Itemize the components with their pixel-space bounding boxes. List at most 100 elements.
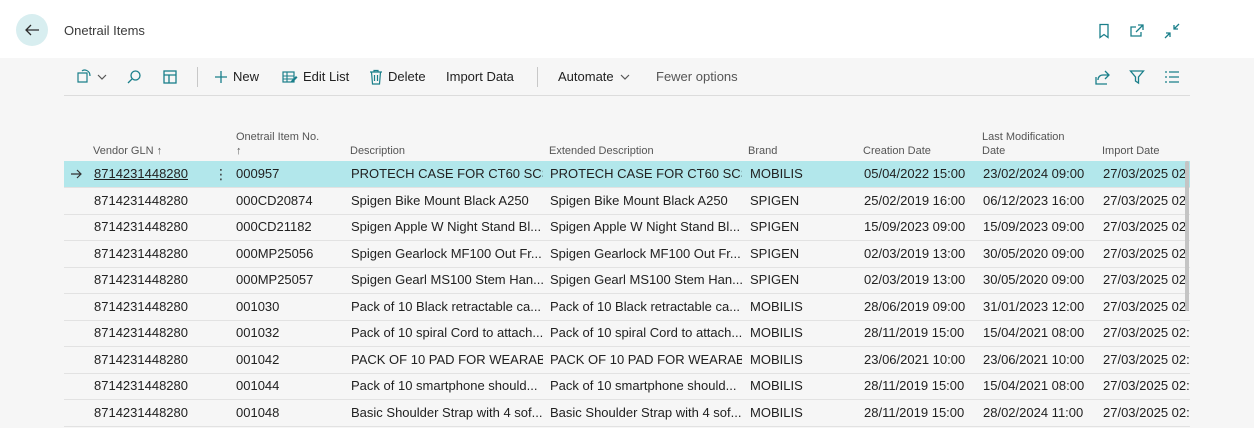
last-modification-date-cell: 31/01/2023 12:00 — [983, 299, 1085, 314]
last-modification-date-cell: 15/04/2021 08:00 — [983, 325, 1085, 340]
last-mod-header-label-line2: Date — [982, 145, 1006, 157]
delete-button-label: Delete — [388, 69, 426, 84]
last-modification-date-cell: 15/04/2021 08:00 — [983, 378, 1085, 393]
last-modification-date-cell: 30/05/2020 09:00 — [983, 272, 1085, 287]
item-no-cell: 001032 — [236, 325, 280, 340]
views-icon — [77, 68, 91, 83]
extended-description-cell: PROTECH CASE FOR CT60 SCS... — [550, 166, 742, 181]
last-mod-header-label-line1: Last Modification — [982, 131, 1065, 143]
description-cell: Spigen Gearl MS100 Stem Han... — [351, 272, 543, 287]
edit-list-icon — [282, 70, 298, 83]
views-menu-button[interactable] — [76, 58, 107, 95]
arrow-right-icon — [71, 169, 82, 179]
sort-ascending-icon: ↑ — [156, 145, 163, 157]
table-row[interactable]: 8714231448280 000CD20874 Spigen Bike Mou… — [64, 188, 1190, 215]
edit-list-button[interactable]: Edit List — [282, 58, 349, 95]
description-cell: Spigen Gearlock MF100 Out Fr... — [351, 246, 542, 261]
import-date-cell: 27/03/2025 02:00 — [1103, 219, 1190, 234]
table-row[interactable]: 8714231448280 000CD21182 Spigen Apple W … — [64, 214, 1190, 241]
import-date-cell: 27/03/2025 02:00 — [1103, 325, 1190, 340]
new-button[interactable]: New — [214, 58, 259, 95]
table-row[interactable]: 8714231448280 001048 Basic Shoulder Stra… — [64, 400, 1190, 427]
list-content: New Edit List Delete Import Data Automat… — [0, 58, 1254, 428]
table-row[interactable]: 8714231448280 001030 Pack of 10 Black re… — [64, 294, 1190, 321]
item-no-cell: 001030 — [236, 299, 280, 314]
filter-button[interactable] — [1129, 58, 1145, 95]
automate-label: Automate — [558, 69, 614, 84]
share-button[interactable] — [1095, 58, 1111, 95]
column-header-description[interactable]: Description — [350, 118, 540, 158]
creation-date-cell: 15/09/2023 09:00 — [864, 219, 966, 234]
item-no-header-label: Onetrail Item No. — [236, 131, 320, 143]
table-row[interactable]: 8714231448280 001032 Pack of 10 spiral C… — [64, 320, 1190, 347]
toolbar-separator — [197, 67, 198, 87]
table-row[interactable]: 8714231448280 000MP25057 Spigen Gearl MS… — [64, 267, 1190, 294]
column-header-brand[interactable]: Brand — [748, 118, 848, 158]
search-icon — [127, 69, 141, 83]
brand-cell: SPIGEN — [750, 193, 800, 208]
vertical-scrollbar[interactable] — [1185, 161, 1189, 311]
vendor-gln-cell[interactable]: 8714231448280 — [94, 294, 214, 320]
vendor-gln-cell[interactable]: 8714231448280 — [94, 161, 214, 187]
back-button[interactable] — [16, 14, 48, 46]
description-cell: Pack of 10 Black retractable ca... — [351, 299, 542, 314]
open-new-window-button[interactable] — [1128, 22, 1146, 40]
list-icon — [1165, 70, 1179, 83]
row-actions-button[interactable]: ⋮ — [214, 161, 228, 187]
import-date-cell: 27/03/2025 02:00 — [1103, 193, 1190, 208]
brand-cell: MOBILIS — [750, 325, 803, 340]
extended-description-header-label: Extended Description — [549, 145, 654, 157]
extended-description-cell: Spigen Apple W Night Stand Bl... — [550, 219, 741, 234]
column-header-item-no[interactable]: Onetrail Item No. ↑ — [236, 118, 346, 158]
vendor-gln-cell[interactable]: 8714231448280 — [94, 267, 214, 293]
table-row[interactable]: 8714231448280 ⋮ 000957 PROTECH CASE FOR … — [64, 161, 1190, 188]
item-no-cell: 000957 — [236, 166, 280, 181]
import-data-button[interactable]: Import Data — [446, 58, 514, 95]
last-modification-date-cell: 23/06/2021 10:00 — [983, 352, 1085, 367]
list-view-button[interactable] — [1164, 58, 1180, 95]
fewer-options-button[interactable]: Fewer options — [656, 58, 738, 95]
column-header-creation-date[interactable]: Creation Date — [863, 118, 973, 158]
table-row[interactable]: 8714231448280 000MP25056 Spigen Gearlock… — [64, 241, 1190, 268]
column-header-import-date[interactable]: Import Date — [1102, 118, 1182, 158]
bookmark-button[interactable] — [1095, 22, 1113, 40]
item-no-cell: 001048 — [236, 405, 280, 420]
item-no-cell: 000MP25057 — [236, 272, 314, 287]
search-button[interactable] — [126, 58, 142, 95]
vendor-gln-cell[interactable]: 8714231448280 — [94, 188, 214, 214]
table-row[interactable]: 8714231448280 001044 Pack of 10 smartpho… — [64, 373, 1190, 400]
sort-ascending-icon: ↑ — [236, 145, 242, 157]
import-date-cell: 27/03/2025 02:00 — [1103, 352, 1190, 367]
collapse-button[interactable] — [1163, 22, 1181, 40]
creation-date-cell: 02/03/2019 13:00 — [864, 272, 966, 287]
vendor-gln-cell[interactable]: 8714231448280 — [94, 400, 214, 426]
item-no-cell: 000MP25056 — [236, 246, 314, 261]
column-header-vendor-gln[interactable]: Vendor GLN ↑ — [93, 118, 213, 158]
brand-cell: SPIGEN — [750, 272, 800, 287]
creation-date-cell: 28/06/2019 09:00 — [864, 299, 966, 314]
table-row[interactable]: 8714231448280 001042 PACK OF 10 PAD FOR … — [64, 347, 1190, 374]
vendor-gln-cell[interactable]: 8714231448280 — [94, 373, 214, 399]
chevron-down-icon — [97, 74, 107, 80]
plus-icon — [215, 70, 227, 83]
description-header-label: Description — [350, 145, 406, 157]
extended-description-cell: Spigen Gearl MS100 Stem Han... — [550, 272, 742, 287]
show-as-list-button[interactable] — [162, 58, 178, 95]
brand-cell: MOBILIS — [750, 299, 803, 314]
filter-icon — [1129, 69, 1145, 84]
brand-cell: MOBILIS — [750, 405, 803, 420]
open-in-new-window-icon — [1130, 24, 1144, 37]
vendor-gln-cell[interactable]: 8714231448280 — [94, 320, 214, 346]
vendor-gln-cell[interactable]: 8714231448280 — [94, 214, 214, 240]
creation-date-cell: 25/02/2019 16:00 — [864, 193, 966, 208]
item-no-cell: 001044 — [236, 378, 280, 393]
import-date-cell: 27/03/2025 02:00 — [1103, 299, 1190, 314]
column-header-last-modification-date[interactable]: Last Modification Date — [982, 118, 1092, 158]
vendor-gln-cell[interactable]: 8714231448280 — [94, 241, 214, 267]
column-header-extended-description[interactable]: Extended Description — [549, 118, 739, 158]
automate-menu-button[interactable]: Automate — [558, 58, 630, 95]
edit-list-button-label: Edit List — [303, 69, 350, 84]
vendor-gln-cell[interactable]: 8714231448280 — [94, 347, 214, 373]
fewer-options-label: Fewer options — [656, 69, 738, 84]
delete-button[interactable]: Delete — [369, 58, 426, 95]
